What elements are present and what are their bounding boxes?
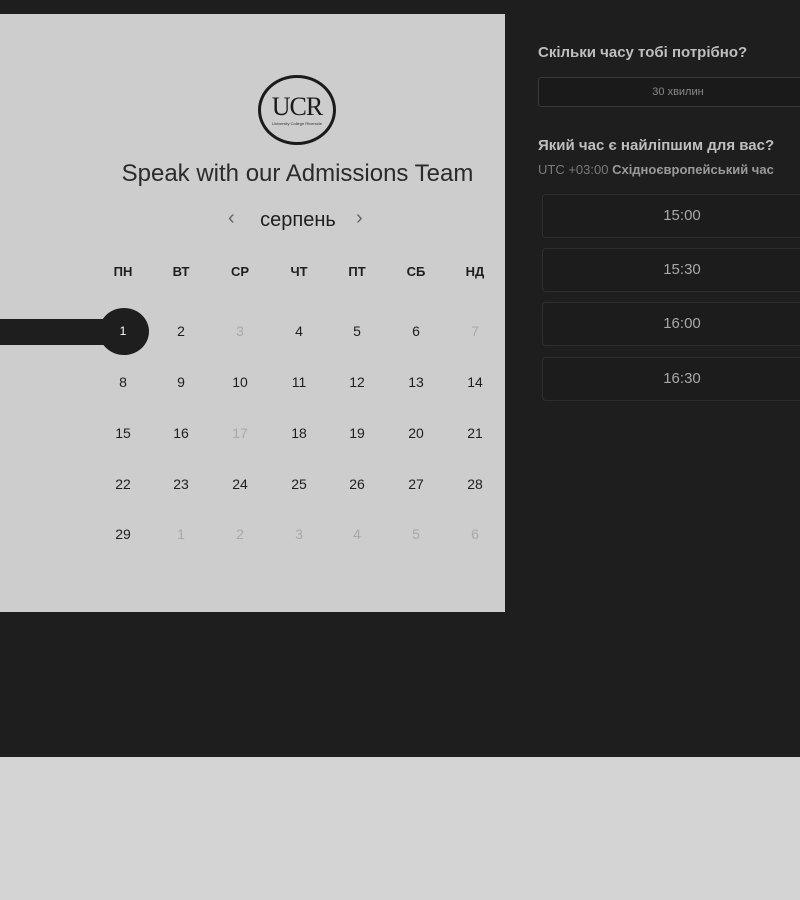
calendar-day[interactable]: 27 [398, 473, 434, 495]
booking-panel: Скільки часу тобі потрібно? 30 хвилин Як… [505, 14, 800, 612]
ucr-logo: UCR University College Riverside [258, 75, 336, 145]
calendar-day[interactable]: 6 [398, 320, 434, 342]
month-label: серпень [260, 209, 336, 231]
weekday-label: ПТ [348, 264, 366, 279]
calendar-day: 3 [295, 526, 303, 542]
timezone-offset: UTC +03:00 [538, 162, 609, 177]
calendar-day: 3 [236, 323, 244, 339]
weekday-label: СР [230, 264, 250, 279]
page-title: Speak with our Admissions Team [121, 160, 474, 187]
bottom-band [0, 612, 800, 757]
weekday-label: ЧТ [290, 264, 308, 279]
top-bar [0, 0, 800, 14]
calendar-day: 7 [471, 323, 479, 339]
calendar-day[interactable]: 26 [339, 473, 375, 495]
calendar-day[interactable]: 24 [222, 473, 258, 495]
calendar-day: 1 [177, 526, 185, 542]
calendar-day[interactable]: 14 [457, 371, 493, 393]
calendar-panel: UCR University College Riverside Speak w… [0, 14, 505, 612]
calendar-day[interactable]: 12 [339, 371, 375, 393]
time-question: Який час є найліпшим для вас? [538, 137, 775, 154]
duration-question: Скільки часу тобі потрібно? [538, 44, 748, 61]
calendar-day[interactable]: 8 [105, 371, 141, 393]
chevron-right-icon[interactable]: › [356, 207, 363, 230]
calendar-day[interactable]: 18 [281, 422, 317, 444]
weekday-label: НД [465, 264, 485, 279]
timezone-name: Східноєвропейський час [612, 162, 774, 177]
calendar-day[interactable]: 21 [457, 422, 493, 444]
calendar-day[interactable]: 20 [398, 422, 434, 444]
calendar-day[interactable]: 25 [281, 473, 317, 495]
duration-select[interactable]: 30 хвилин [538, 77, 800, 107]
calendar-day: 5 [412, 526, 420, 542]
time-slot-button[interactable]: 16:00 [542, 302, 800, 346]
calendar-day[interactable]: 15 [105, 422, 141, 444]
calendar-day[interactable]: 22 [105, 473, 141, 495]
calendar-day[interactable]: 16 [163, 422, 199, 444]
calendar-day[interactable]: 11 [281, 371, 317, 393]
time-slot-button[interactable]: 16:30 [542, 357, 800, 401]
logo-subtext: University College Riverside [271, 121, 323, 126]
calendar-day[interactable]: 5 [339, 320, 375, 342]
calendar-day[interactable]: 4 [281, 320, 317, 342]
weekday-label: ВТ [172, 264, 190, 279]
calendar-day-selected[interactable]: 1 [105, 320, 141, 342]
calendar-day[interactable]: 29 [105, 523, 141, 545]
calendar-day: 2 [236, 526, 244, 542]
timezone-selector[interactable]: UTC +03:00 Східноєвропейський час [538, 162, 774, 177]
calendar-day[interactable]: 23 [163, 473, 199, 495]
time-slot-button[interactable]: 15:30 [542, 248, 800, 292]
calendar-day[interactable]: 9 [163, 371, 199, 393]
calendar-day: 17 [232, 425, 248, 441]
time-slot-button[interactable]: 15:00 [542, 194, 800, 238]
weekday-label: ПН [113, 264, 133, 279]
weekday-label: СБ [406, 264, 426, 279]
logo-text: UCR [271, 92, 323, 121]
calendar-day: 6 [471, 526, 479, 542]
calendar-day[interactable]: 28 [457, 473, 493, 495]
calendar-day[interactable]: 13 [398, 371, 434, 393]
calendar-day[interactable]: 19 [339, 422, 375, 444]
month-navigation: ‹ серпень › [220, 205, 375, 235]
calendar-day[interactable]: 10 [222, 371, 258, 393]
footer-area [0, 757, 800, 900]
chevron-left-icon[interactable]: ‹ [228, 207, 235, 230]
calendar-day: 4 [353, 526, 361, 542]
calendar-day[interactable]: 2 [163, 320, 199, 342]
